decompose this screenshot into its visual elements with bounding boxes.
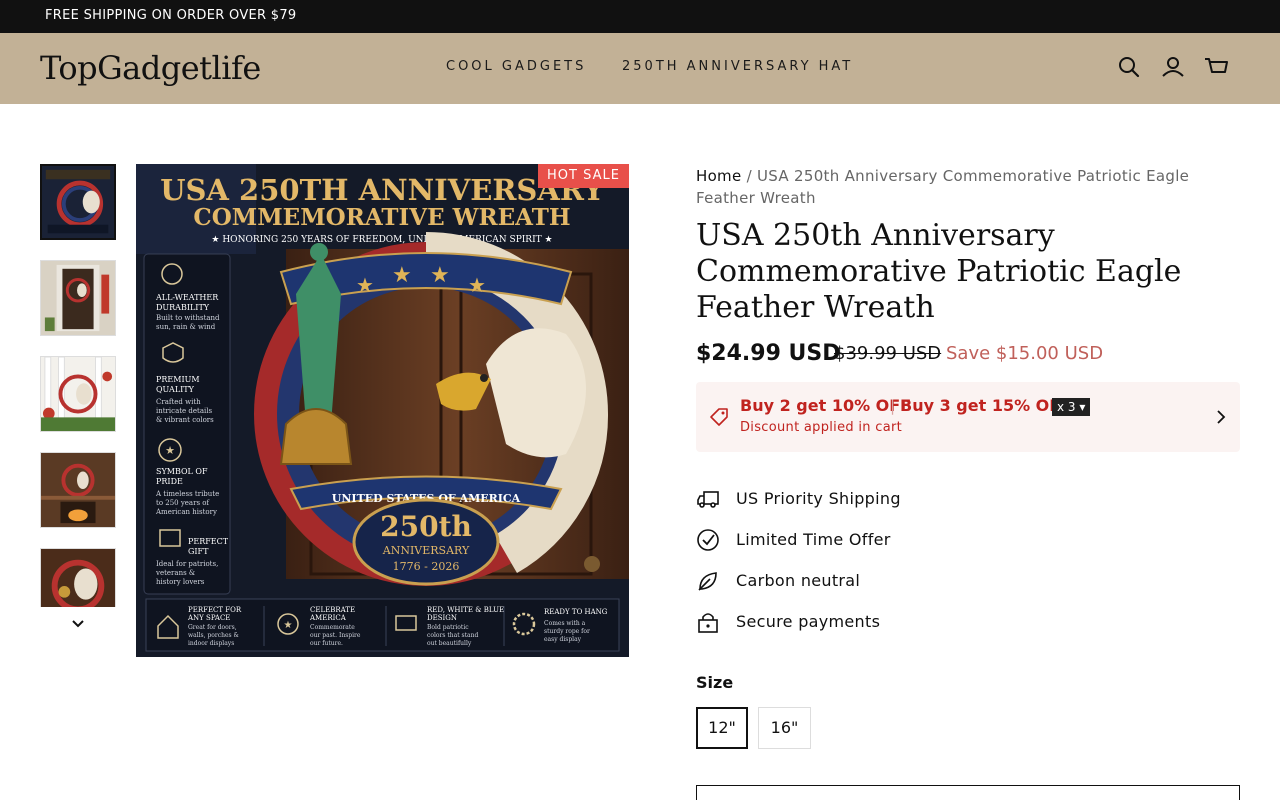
- feature-1-title2: DURABILITY: [156, 303, 210, 312]
- offer-separator: |: [890, 397, 896, 415]
- image-anniversary: ANNIVERSARY: [382, 544, 470, 557]
- bottom-4-title1: READY TO HANG: [544, 608, 608, 616]
- feature-carbon-neutral-label: Carbon neutral: [736, 571, 861, 590]
- bottom-3-desc3: out beautifully: [427, 640, 472, 647]
- hot-sale-badge: HOT SALE: [538, 164, 629, 188]
- cart-icon[interactable]: [1203, 54, 1229, 80]
- svg-text:★: ★: [392, 263, 412, 288]
- feature-2-title2: QUALITY: [156, 385, 195, 394]
- bottom-3-title2: DESIGN: [427, 614, 457, 622]
- svg-text:★: ★: [430, 263, 450, 288]
- feature-4-desc3: history lovers: [156, 578, 205, 586]
- leaf-icon: [698, 572, 717, 591]
- tag-icon: [710, 408, 728, 426]
- bottom-3-title1: RED, WHITE & BLUE: [427, 606, 504, 614]
- feature-4-title1: PERFECT: [188, 537, 229, 546]
- announcement-bar: FREE SHIPPING ON ORDER OVER $79: [0, 0, 1280, 33]
- chevron-right-icon: [1217, 410, 1226, 424]
- breadcrumb-home[interactable]: Home: [696, 167, 742, 185]
- size-label: Size: [696, 673, 734, 692]
- sale-price: $24.99 USD: [696, 341, 841, 366]
- svg-text:★: ★: [468, 273, 486, 297]
- bottom-4-desc1: Comes with a: [544, 620, 586, 627]
- offer-buy-3: Buy 3 get 15% OFF: [900, 396, 1072, 415]
- offer-buy-2: Buy 2 get 10% OFF: [740, 396, 912, 415]
- image-250th: 250th: [380, 510, 472, 543]
- thumbnail-2[interactable]: [40, 260, 116, 336]
- save-amount: Save $15.00 USD: [946, 343, 1104, 364]
- thumbnail-5[interactable]: [40, 548, 116, 607]
- feature-4-desc2: veterans &: [155, 569, 195, 577]
- quantity-dropdown[interactable]: x 3 ▾: [1052, 398, 1091, 416]
- size-option-12[interactable]: 12": [696, 707, 748, 749]
- add-to-cart-button[interactable]: [696, 785, 1240, 800]
- check-circle-icon: [697, 529, 719, 551]
- bottom-1-title2: ANY SPACE: [187, 614, 230, 622]
- feature-4-desc1: Ideal for patriots,: [156, 560, 218, 568]
- bottom-3-desc2: colors that stand: [427, 632, 478, 639]
- main-product-image[interactable]: USA 250TH ANNIVERSARY COMMEMORATIVE WREA…: [136, 164, 629, 657]
- feature-1-title1: ALL-WEATHER: [155, 293, 219, 302]
- breadcrumb-separator: /: [741, 167, 757, 185]
- feature-limited-offer-label: Limited Time Offer: [736, 530, 891, 549]
- nav-cool-gadgets[interactable]: COOL GADGETS: [446, 59, 586, 74]
- thumbnail-3[interactable]: [40, 356, 116, 432]
- svg-text:★: ★: [284, 620, 293, 631]
- bottom-2-desc3: our future.: [310, 640, 343, 647]
- svg-text:★: ★: [165, 444, 175, 457]
- bottom-4-desc2: sturdy rope for: [544, 628, 590, 635]
- feature-2-desc3: & vibrant colors: [156, 416, 214, 424]
- bottom-4-desc3: easy display: [544, 636, 582, 643]
- bottom-2-title1: CELEBRATE: [310, 606, 355, 614]
- bottom-3-desc1: Bold patriotic: [427, 624, 469, 631]
- feature-4-title2: GIFT: [188, 547, 209, 556]
- feature-2-desc2: intricate details: [156, 407, 213, 415]
- thumbnail-strip: [40, 164, 116, 607]
- bottom-2-desc2: our past. Inspire: [310, 632, 361, 639]
- bottom-1-title1: PERFECT FOR: [188, 606, 242, 614]
- bottom-2-desc1: Commemorate: [310, 624, 355, 631]
- feature-shipping-label: US Priority Shipping: [736, 489, 901, 508]
- chevron-down-icon[interactable]: [68, 614, 88, 634]
- bottom-2-title2: AMERICA: [309, 614, 347, 622]
- bottom-1-desc2: walls, porches &: [188, 632, 240, 639]
- feature-3-desc1: A timeless tribute: [155, 490, 219, 498]
- feature-2-title1: PREMIUM: [156, 375, 200, 384]
- breadcrumb-current: USA 250th Anniversary Commemorative Patr…: [696, 167, 1190, 207]
- account-icon[interactable]: [1160, 54, 1186, 80]
- announcement-text: FREE SHIPPING ON ORDER OVER $79: [45, 8, 297, 23]
- volume-discount-box[interactable]: Buy 2 get 10% OFF | Buy 3 get 15% OFF x …: [696, 382, 1240, 452]
- image-headline-2: COMMEMORATIVE WREATH: [193, 204, 570, 231]
- nav-250th-anniversary-hat[interactable]: 250TH ANNIVERSARY HAT: [622, 59, 853, 74]
- site-header: TopGadgetlife COOL GADGETS 250TH ANNIVER…: [0, 33, 1280, 104]
- size-option-16[interactable]: 16": [758, 707, 811, 749]
- image-tagline: ★ HONORING 250 YEARS OF FREEDOM, UNITY &…: [211, 235, 552, 245]
- svg-text:★: ★: [356, 273, 374, 297]
- feature-3-title2: PRIDE: [156, 477, 183, 486]
- search-icon[interactable]: [1116, 54, 1142, 80]
- discount-note: Discount applied in cart: [740, 420, 903, 435]
- feature-1-desc2: sun, rain & wind: [156, 323, 216, 331]
- feature-1-desc1: Built to withstand: [156, 314, 220, 322]
- feature-3-desc3: American history: [155, 508, 217, 516]
- feature-2-desc1: Crafted with: [156, 398, 201, 406]
- image-years: 1776 - 2026: [393, 560, 460, 573]
- feature-secure-payments-label: Secure payments: [736, 612, 881, 631]
- feature-3-title1: SYMBOL OF: [156, 467, 208, 476]
- lock-icon: [698, 613, 718, 633]
- product-title: USA 250th Anniversary Commemorative Patr…: [696, 218, 1182, 325]
- site-logo[interactable]: TopGadgetlife: [40, 49, 261, 87]
- compare-price: $39.99 USD: [834, 343, 942, 364]
- truck-icon: [697, 491, 719, 508]
- bottom-1-desc1: Great for doors,: [188, 624, 237, 631]
- breadcrumb: Home / USA 250th Anniversary Commemorati…: [696, 165, 1240, 209]
- thumbnail-4[interactable]: [40, 452, 116, 528]
- thumbnail-1[interactable]: [40, 164, 116, 240]
- feature-3-desc2: to 250 years of: [156, 499, 210, 507]
- bottom-1-desc3: indoor displays: [188, 640, 234, 647]
